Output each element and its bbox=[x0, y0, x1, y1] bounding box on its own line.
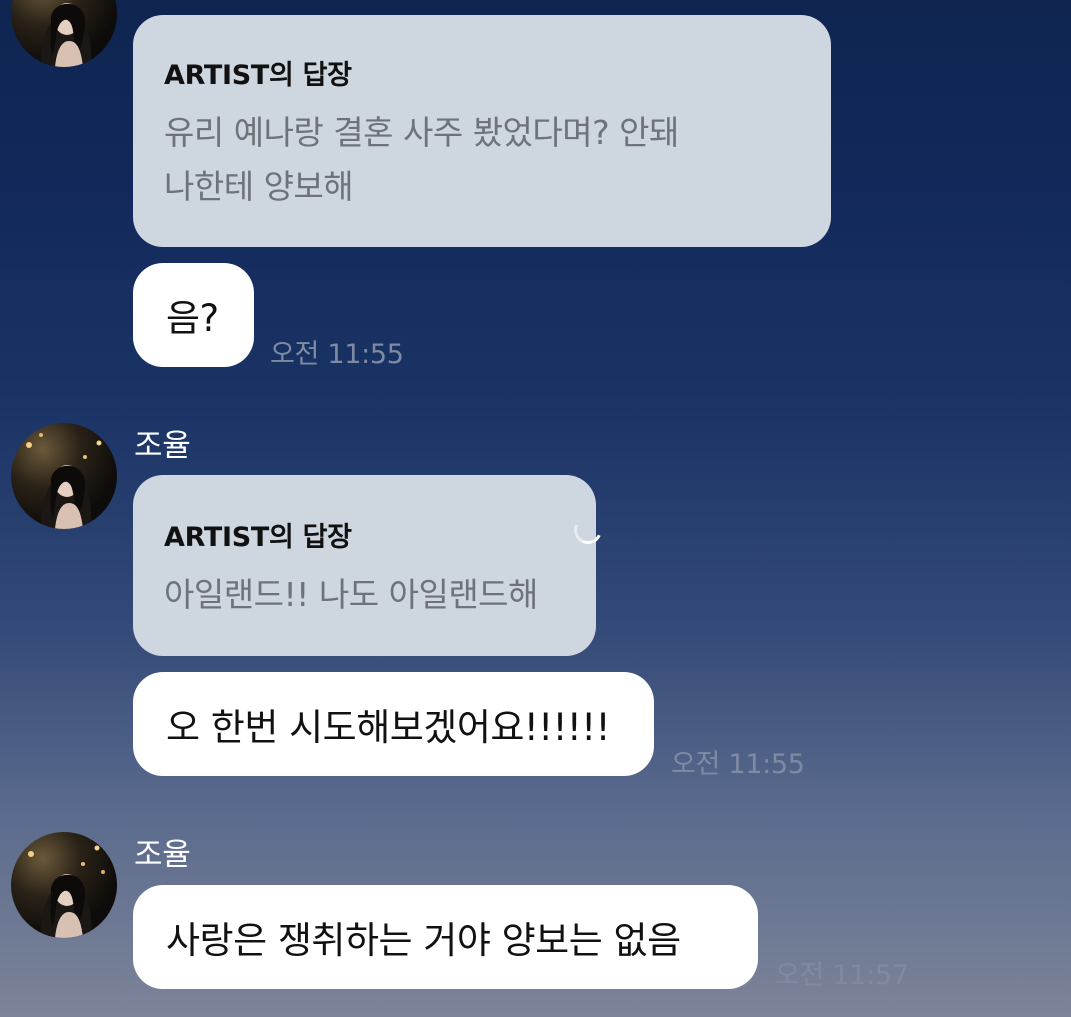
reply-quoted-line: 유리 예나랑 결혼 사주 봤었다며? 안돼 bbox=[164, 113, 679, 152]
sender-name: 조율 bbox=[134, 428, 191, 464]
avatar[interactable] bbox=[11, 832, 117, 938]
avatar-photo bbox=[28, 845, 105, 938]
reply-quoted-line: 나한테 양보해 bbox=[164, 167, 354, 206]
message-bubble[interactable]: 오 한번 시도해보겠어요!!!!!! bbox=[133, 672, 654, 776]
reply-bubble[interactable]: ARTIST의 답장 유리 예나랑 결혼 사주 봤었다며? 안돼 나한테 양보해 bbox=[133, 15, 831, 247]
message-bubble[interactable]: 음? bbox=[133, 263, 254, 367]
reply-quoted-line: 아일랜드!! 나도 아일랜드해 bbox=[164, 575, 538, 614]
message-text: 오 한번 시도해보겠어요!!!!!! bbox=[166, 706, 610, 749]
message-text: 음? bbox=[166, 297, 219, 340]
reply-quoted-text: 유리 예나랑 결혼 사주 봤었다며? 안돼 나한테 양보해 bbox=[164, 106, 799, 214]
reply-title: ARTIST의 답장 bbox=[164, 60, 352, 91]
message-text: 사랑은 쟁취하는 거야 양보는 없음 bbox=[166, 919, 681, 962]
avatar[interactable] bbox=[11, 423, 117, 529]
sender-name: 조율 bbox=[134, 837, 191, 873]
message-timestamp: 오전 11:55 bbox=[671, 749, 805, 780]
avatar-photo bbox=[26, 433, 102, 529]
avatar[interactable] bbox=[11, 0, 117, 67]
avatar-photo bbox=[41, 3, 92, 67]
reply-bubble[interactable]: ARTIST의 답장 아일랜드!! 나도 아일랜드해 bbox=[133, 475, 596, 656]
reply-quoted-text: 아일랜드!! 나도 아일랜드해 bbox=[164, 568, 564, 622]
message-timestamp: 오전 11:55 bbox=[270, 339, 404, 370]
reply-title: ARTIST의 답장 bbox=[164, 522, 352, 553]
message-bubble[interactable]: 사랑은 쟁취하는 거야 양보는 없음 bbox=[133, 885, 758, 989]
message-timestamp: 오전 11:57 bbox=[775, 960, 909, 991]
